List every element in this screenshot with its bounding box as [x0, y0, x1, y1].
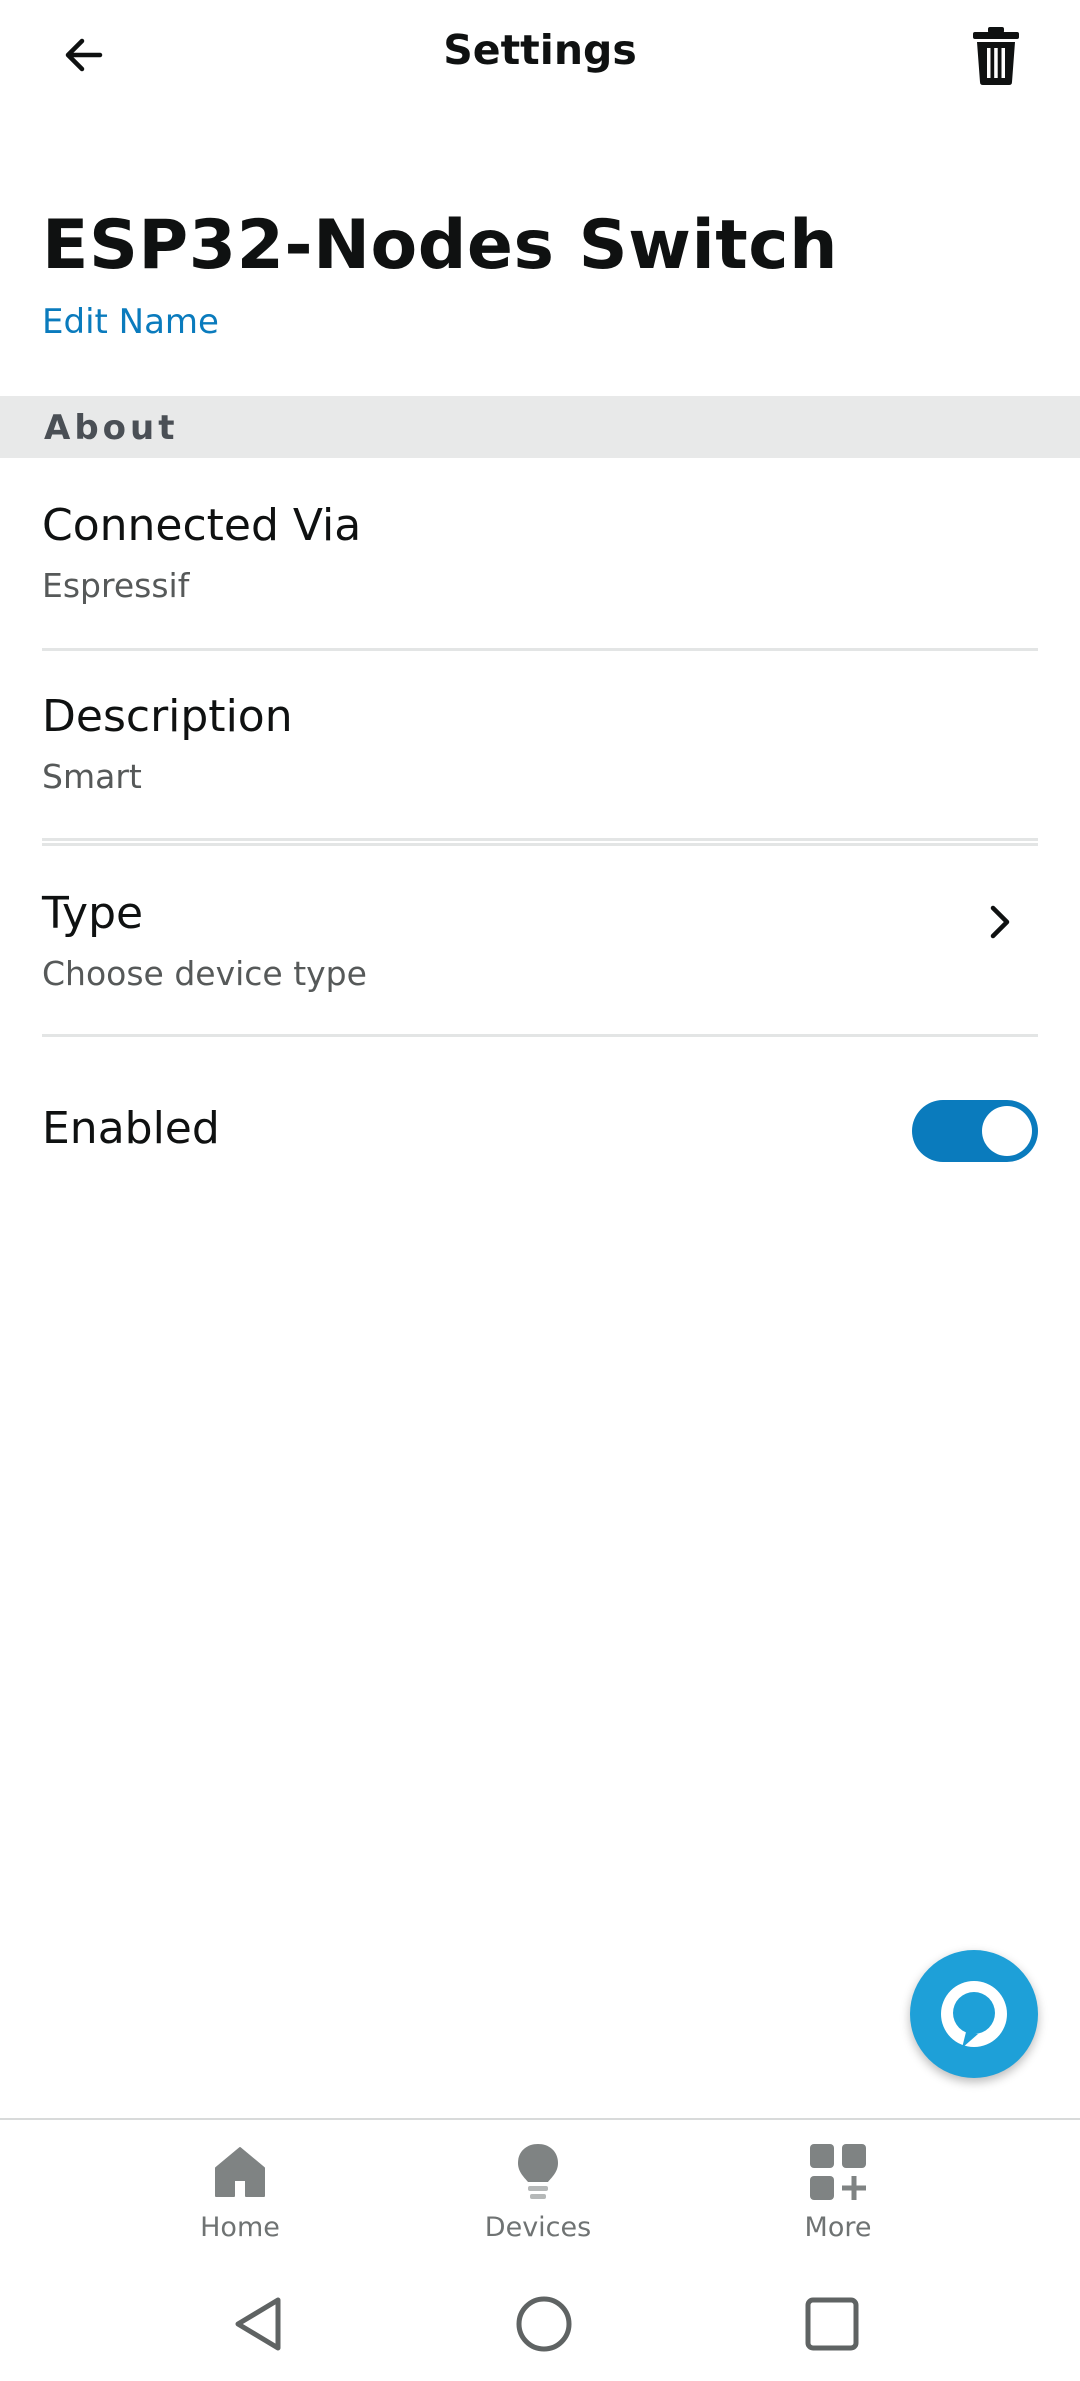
- device-name: ESP32-Nodes Switch: [42, 206, 839, 285]
- more-grid-icon: [810, 2144, 866, 2200]
- bulb-icon: [518, 2144, 558, 2199]
- nav-devices[interactable]: Devices: [438, 2140, 638, 2250]
- alexa-button[interactable]: [910, 1950, 1038, 2078]
- system-back-button[interactable]: [218, 2284, 298, 2364]
- enabled-toggle[interactable]: [912, 1100, 1038, 1162]
- connected-via-value: Espressif: [42, 566, 190, 605]
- page-title: Settings: [443, 26, 637, 74]
- home-icon: [215, 2147, 265, 2197]
- connected-via-row: Connected Via Espressif: [42, 458, 1038, 648]
- type-value: Choose device type: [42, 954, 367, 993]
- system-recents-button[interactable]: [792, 2284, 872, 2364]
- description-value: Smart: [42, 757, 142, 796]
- about-section-header: About: [0, 396, 1080, 458]
- edit-name-link[interactable]: Edit Name: [42, 302, 219, 342]
- enabled-row: Enabled: [42, 1037, 1038, 1227]
- toggle-knob: [982, 1106, 1032, 1156]
- description-title: Description: [42, 691, 293, 742]
- nav-more-label: More: [804, 2212, 872, 2243]
- description-row: Description Smart: [42, 651, 1038, 839]
- trash-icon: [973, 27, 1019, 85]
- app-bar: Settings: [0, 0, 1080, 110]
- nav-home[interactable]: Home: [140, 2140, 340, 2250]
- triangle-back-icon: [235, 2297, 281, 2351]
- square-recents-icon: [805, 2297, 859, 2351]
- type-title: Type: [42, 888, 144, 939]
- circle-home-icon: [516, 2296, 572, 2352]
- system-navigation-bar: [0, 2260, 1080, 2381]
- nav-devices-label: Devices: [484, 2212, 592, 2243]
- type-row[interactable]: Type Choose device type: [42, 846, 1038, 1034]
- nav-more[interactable]: More: [738, 2140, 938, 2250]
- about-section-label: About: [44, 408, 179, 448]
- enabled-title: Enabled: [42, 1103, 220, 1154]
- divider: [42, 838, 1038, 841]
- delete-button[interactable]: [960, 20, 1032, 92]
- chevron-right-icon: [980, 902, 1020, 942]
- bottom-navigation: Home Devices More: [0, 2118, 1080, 2260]
- alexa-icon: [941, 1981, 1007, 2048]
- connected-via-title: Connected Via: [42, 500, 362, 551]
- system-home-button[interactable]: [504, 2284, 584, 2364]
- nav-home-label: Home: [200, 2212, 280, 2243]
